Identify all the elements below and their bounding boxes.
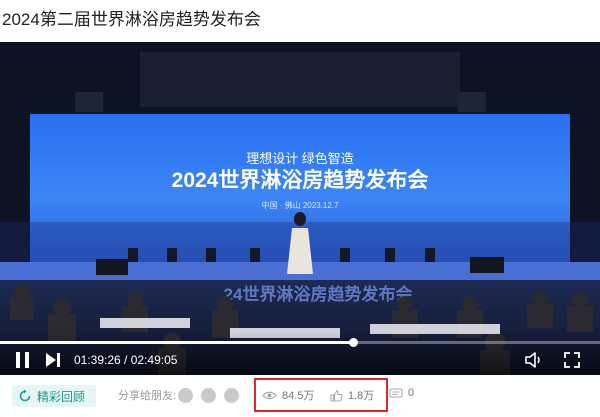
like-count[interactable]: 1.8万 xyxy=(330,387,374,403)
current-time: 01:39:26 xyxy=(74,353,121,367)
pause-icon xyxy=(16,352,29,368)
likes-value: 1.8万 xyxy=(348,390,375,402)
eye-icon xyxy=(262,391,277,399)
speaker-left xyxy=(75,92,103,112)
comments-value: 0 xyxy=(408,387,415,399)
share-label: 分享给朋友: xyxy=(118,390,177,402)
view-count: 84.5万 xyxy=(262,387,314,403)
video-player[interactable]: 理想设计 绿色智造 2024世界淋浴房趋势发布会 中国 · 佛山 2023.12… xyxy=(0,42,600,375)
floor-banner: 24世界淋浴房趋势发布会 xyxy=(224,284,413,304)
next-button[interactable] xyxy=(44,351,62,369)
player-controls: 01:39:26 / 02:49:05 xyxy=(0,332,600,375)
replay-icon xyxy=(19,389,31,402)
wechat-icon[interactable] xyxy=(178,388,193,403)
replay-button[interactable]: 精彩回顾 xyxy=(12,385,96,407)
fullscreen-button[interactable] xyxy=(562,350,582,370)
progress-fill xyxy=(0,341,353,344)
monitor-left xyxy=(96,259,128,275)
page-title: 2024第二届世界淋浴房趋势发布会 xyxy=(2,10,261,29)
comment-count[interactable]: 0 xyxy=(389,387,414,399)
views-value: 84.5万 xyxy=(282,390,315,402)
stage-place-date: 中国 · 佛山 2023.12.7 xyxy=(262,200,339,210)
monitor-right xyxy=(470,257,504,273)
action-bar: 精彩回顾 分享给朋友: 84.5万 1.8万 0 xyxy=(0,378,600,414)
video-frame[interactable]: 理想设计 绿色智造 2024世界淋浴房趋势发布会 中国 · 佛山 2023.12… xyxy=(0,42,600,375)
total-time: 02:49:05 xyxy=(130,353,178,367)
ceiling-truss xyxy=(140,52,460,107)
progress-bar[interactable] xyxy=(0,338,600,347)
stage-tagline: 理想设计 绿色智造 xyxy=(246,151,354,166)
fullscreen-icon xyxy=(564,352,580,368)
volume-icon xyxy=(525,352,540,368)
thumbs-up-icon xyxy=(330,389,343,402)
speaker-right xyxy=(458,92,486,112)
qq-icon[interactable] xyxy=(224,388,239,403)
stage-title: 2024世界淋浴房趋势发布会 xyxy=(172,168,429,192)
time-display: 01:39:26 / 02:49:05 xyxy=(74,351,177,369)
replay-label: 精彩回顾 xyxy=(37,389,86,404)
volume-button[interactable] xyxy=(523,350,543,370)
weibo-icon[interactable] xyxy=(201,388,216,403)
time-separator: / xyxy=(120,353,131,367)
comment-icon xyxy=(389,387,403,398)
progress-handle[interactable] xyxy=(348,338,358,347)
pause-button[interactable] xyxy=(15,351,31,369)
skip-next-icon xyxy=(46,353,60,367)
